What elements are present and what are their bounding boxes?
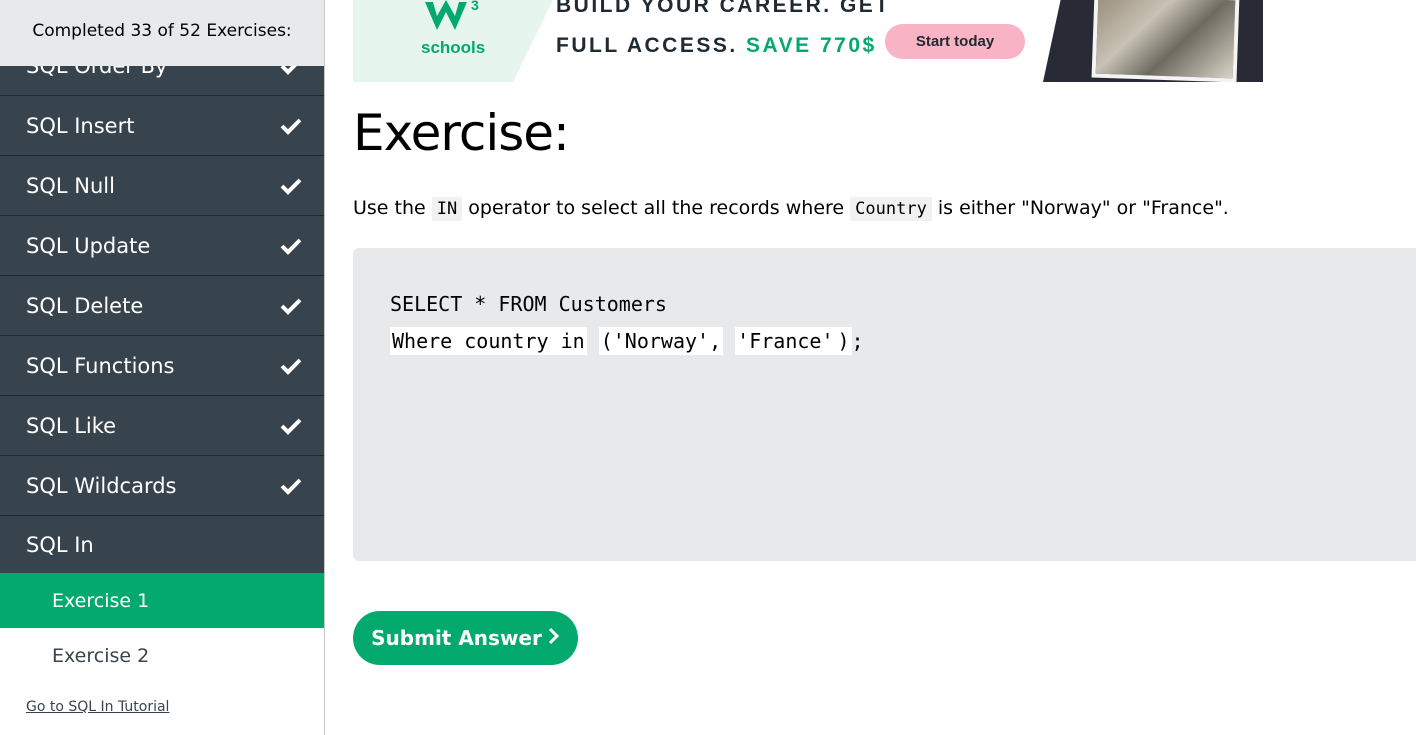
sidebar-item-label: SQL Update [26,233,151,258]
code-editor: SELECT * FROM Customers Where country in… [353,248,1416,561]
banner-headline-2: FULL ACCESS. SAVE 770$ [556,34,877,58]
instruction-code-country: Country [850,197,932,221]
answer-input-3[interactable]: 'France' [735,327,836,355]
chevron-right-icon [548,626,560,650]
checkmark-icon [280,415,302,437]
sidebar-item-sql-null[interactable]: SQL Null [0,156,324,216]
code-line-1: SELECT * FROM Customers [390,292,667,316]
answer-input-2[interactable]: ('Norway', [598,327,724,355]
banner-headline-2-prefix: FULL ACCESS. [556,34,738,57]
code-line-2: Where country in ('Norway', 'France'); [390,327,864,355]
checkmark-icon [280,115,302,137]
sidebar-item-label: SQL Null [26,173,115,198]
answer-input-4[interactable]: ) [835,327,852,355]
exercise-sub-list: Exercise 1 Exercise 2 Go to SQL In Tutor… [0,573,324,735]
checkmark-icon [280,175,302,197]
sidebar-item-label: SQL Functions [26,353,175,378]
checkmark-icon [280,235,302,257]
checkmark-icon [280,355,302,377]
topic-list: SQL Order By SQL Insert SQL Null SQL Upd… [0,36,324,575]
banner-save-text: SAVE 770$ [746,34,877,57]
tutorial-link[interactable]: Go to SQL In Tutorial [26,699,169,715]
start-today-button[interactable]: Start today [885,24,1025,59]
instruction-code-in: IN [431,197,463,221]
sidebar-item-sql-delete[interactable]: SQL Delete [0,276,324,336]
sidebar-item-sql-functions[interactable]: SQL Functions [0,336,324,396]
sidebar-item-label: SQL Wildcards [26,473,177,498]
sidebar-item-sql-update[interactable]: SQL Update [0,216,324,276]
sidebar-item-label: SQL In [26,533,94,557]
sidebar-subitem-exercise-2[interactable]: Exercise 2 [0,628,324,683]
sidebar-item-sql-wildcards[interactable]: SQL Wildcards [0,456,324,516]
logo-wordmark: schools [421,38,486,57]
sidebar-item-label: SQL Delete [26,293,144,318]
submit-answer-button[interactable]: Submit Answer [353,611,578,665]
code-semicolon: ; [851,329,864,353]
progress-header: Completed 33 of 52 Exercises: [0,0,324,66]
sidebar-item-label: SQL Like [26,413,117,438]
submit-answer-label: Submit Answer [371,626,542,650]
sidebar-item-sql-insert[interactable]: SQL Insert [0,96,324,156]
instruction-text-3: is either "Norway" or "France". [937,197,1229,219]
sidebar-item-sql-like[interactable]: SQL Like [0,396,324,456]
sidebar: Completed 33 of 52 Exercises: SQL Order … [0,0,325,735]
answer-input-1[interactable]: Where country in [390,327,587,355]
ad-banner[interactable]: 3 schools BUILD YOUR CAREER. GET FULL AC… [353,0,1263,82]
banner-headline-1: BUILD YOUR CAREER. GET [556,0,891,17]
banner-photo [1091,0,1240,82]
sidebar-item-sql-in[interactable]: SQL In [0,516,324,575]
checkmark-icon [280,475,302,497]
sidebar-item-label: SQL Insert [26,113,135,138]
sidebar-subitem-exercise-1[interactable]: Exercise 1 [0,573,324,628]
checkmark-icon [280,295,302,317]
instruction-text-1: Use the [353,197,426,219]
exercise-instruction: Use the IN operator to select all the re… [353,197,1229,221]
instruction-text-2: operator to select all the records where [468,197,845,219]
svg-text:3: 3 [471,0,479,13]
page-title: Exercise: [353,104,570,162]
